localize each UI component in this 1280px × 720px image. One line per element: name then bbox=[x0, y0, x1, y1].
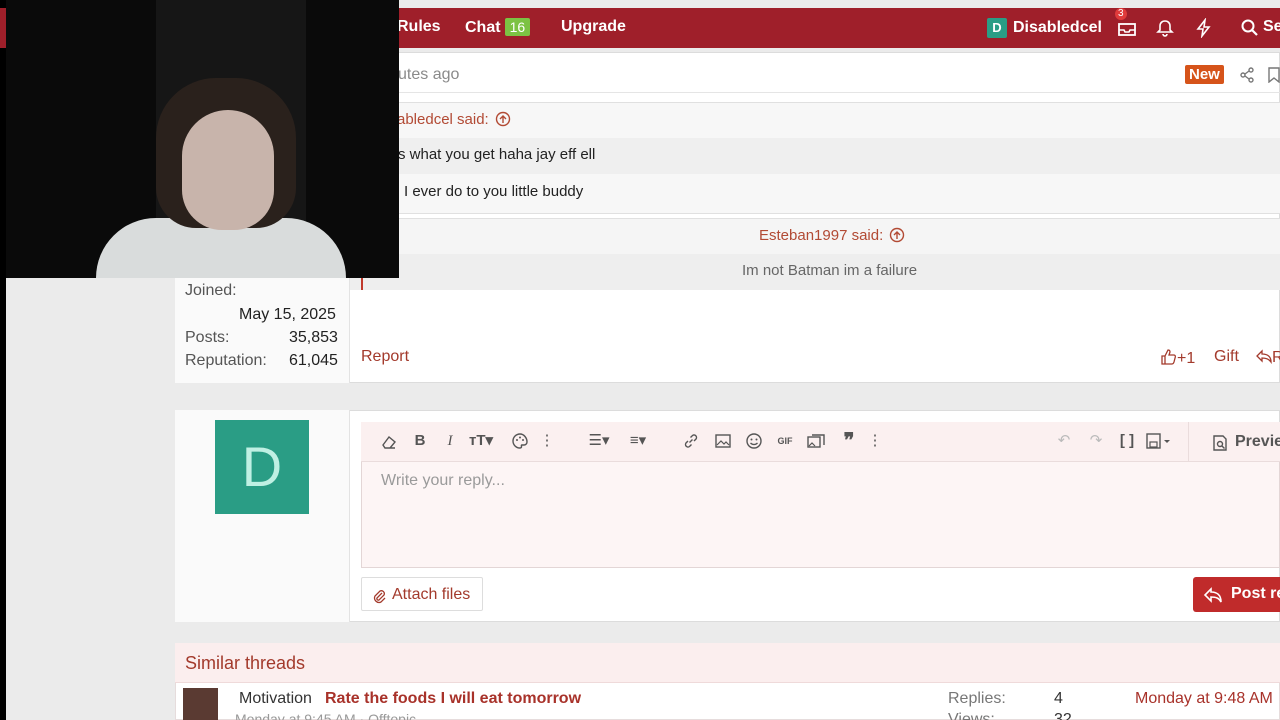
nav-chat[interactable]: Chat 16 bbox=[465, 18, 531, 37]
like-count: +1 bbox=[1177, 350, 1196, 367]
thread-avatar[interactable] bbox=[183, 688, 218, 720]
font-size-icon[interactable]: тT▾ bbox=[466, 432, 496, 450]
quote-author[interactable]: abledcel said: bbox=[397, 111, 511, 128]
toggle-bbcode-icon[interactable]: [ ] bbox=[1118, 432, 1136, 450]
clear-format-icon[interactable] bbox=[380, 432, 398, 450]
similar-threads-header bbox=[175, 643, 1280, 683]
link-icon[interactable] bbox=[682, 432, 700, 450]
gift-button[interactable]: Gift bbox=[1214, 348, 1239, 366]
post-time[interactable]: utes ago bbox=[398, 66, 459, 84]
jump-up-icon[interactable] bbox=[889, 227, 905, 243]
new-badge: New bbox=[1185, 65, 1224, 84]
italic-icon[interactable]: I bbox=[441, 432, 459, 450]
similar-threads-title: Similar threads bbox=[185, 653, 306, 673]
align-icon[interactable]: ≡▾ bbox=[623, 432, 653, 450]
webcam-person-face bbox=[182, 110, 274, 230]
report-link[interactable]: Report bbox=[361, 348, 409, 366]
quote-accent-bar bbox=[361, 276, 363, 290]
redo-icon[interactable]: ↷ bbox=[1087, 432, 1105, 450]
thread-meta: Monday at 9:45 AM · Offtopic bbox=[235, 711, 417, 720]
undo-icon[interactable]: ↶ bbox=[1055, 432, 1073, 450]
bell-icon[interactable] bbox=[1155, 18, 1175, 38]
views-label: Views: bbox=[948, 711, 995, 720]
thread-last-post-date[interactable]: Monday at 9:48 AM bbox=[1135, 690, 1273, 708]
more-insert-icon[interactable]: ⋮ bbox=[866, 432, 884, 450]
nav-rules[interactable]: Rules bbox=[397, 18, 441, 36]
like-button[interactable]: +1 bbox=[1160, 348, 1195, 368]
reputation-value: 61,045 bbox=[289, 352, 338, 369]
quote-line-1: s what you get haha jay eff ell bbox=[398, 146, 596, 163]
more-options-icon[interactable]: ⋮ bbox=[538, 432, 556, 450]
reply-placeholder[interactable]: Write your reply... bbox=[381, 472, 505, 490]
joined-label: Joined: bbox=[185, 282, 237, 299]
image-icon[interactable] bbox=[714, 432, 732, 450]
inbox-count-badge: 3 bbox=[1115, 8, 1127, 20]
reply-arrow-icon bbox=[1256, 349, 1272, 364]
webcam-overlay bbox=[6, 0, 399, 278]
emoji-icon[interactable] bbox=[745, 432, 763, 450]
reply-button[interactable]: R bbox=[1256, 348, 1280, 367]
quote-icon[interactable]: ❞ bbox=[838, 431, 860, 451]
bookmark-icon[interactable] bbox=[1268, 67, 1280, 83]
account-username: Disabledcel bbox=[1013, 19, 1102, 36]
post-reply-button[interactable]: Post re bbox=[1193, 577, 1280, 612]
paperclip-icon bbox=[373, 590, 386, 604]
media-icon[interactable] bbox=[807, 432, 825, 450]
thumbs-up-icon bbox=[1161, 349, 1176, 365]
reply-avatar[interactable]: D bbox=[215, 420, 309, 514]
drafts-icon[interactable] bbox=[1145, 432, 1173, 450]
gif-icon[interactable]: GIF bbox=[776, 432, 794, 450]
account-avatar: D bbox=[987, 18, 1007, 38]
nested-quote-text: Im not Batman im a failure bbox=[742, 262, 918, 279]
replies-label: Replies: bbox=[948, 690, 1006, 707]
inbox-icon[interactable] bbox=[1117, 18, 1137, 38]
post-reply-label: Post re bbox=[1231, 585, 1280, 602]
preview-label: Previe bbox=[1235, 433, 1280, 450]
reply-label: R bbox=[1272, 349, 1280, 366]
nav-chat-label: Chat bbox=[465, 19, 501, 36]
palette-icon[interactable] bbox=[511, 432, 529, 450]
nested-quote-author-text: Esteban1997 said: bbox=[759, 227, 884, 244]
preview-icon bbox=[1213, 435, 1227, 451]
chat-count-badge: 16 bbox=[504, 18, 531, 36]
jump-up-icon[interactable] bbox=[495, 111, 511, 127]
thread-prefix[interactable]: Motivation bbox=[239, 690, 312, 708]
nested-quote-author[interactable]: Esteban1997 said: bbox=[759, 227, 905, 244]
nav-account[interactable]: D Disabledcel bbox=[987, 18, 1102, 38]
quote-author-text: abledcel said: bbox=[397, 111, 489, 128]
attach-files-button[interactable]: Attach files bbox=[361, 577, 483, 611]
bolt-icon[interactable] bbox=[1194, 18, 1214, 38]
reputation-label: Reputation: bbox=[185, 352, 267, 369]
replies-value: 4 bbox=[1054, 690, 1063, 707]
nav-search-label[interactable]: Se bbox=[1263, 18, 1280, 36]
thread-title-link[interactable]: Rate the foods I will eat tomorrow bbox=[325, 690, 581, 708]
preview-button[interactable]: Previe bbox=[1188, 422, 1280, 462]
posts-value: 35,853 bbox=[289, 329, 338, 346]
attach-files-label: Attach files bbox=[392, 586, 471, 603]
share-icon[interactable] bbox=[1239, 67, 1255, 83]
meta-divider bbox=[350, 92, 1280, 93]
joined-value: May 15, 2025 bbox=[239, 306, 336, 323]
bold-icon[interactable]: B bbox=[411, 432, 429, 450]
views-value: 32 bbox=[1054, 711, 1072, 720]
nav-upgrade[interactable]: Upgrade bbox=[561, 18, 626, 36]
list-icon[interactable]: ☰▾ bbox=[584, 432, 614, 450]
search-icon[interactable] bbox=[1240, 18, 1260, 38]
quote-line-2: I ever do to you little buddy bbox=[404, 183, 584, 200]
posts-label: Posts: bbox=[185, 329, 230, 346]
reply-arrow-icon bbox=[1203, 587, 1222, 603]
